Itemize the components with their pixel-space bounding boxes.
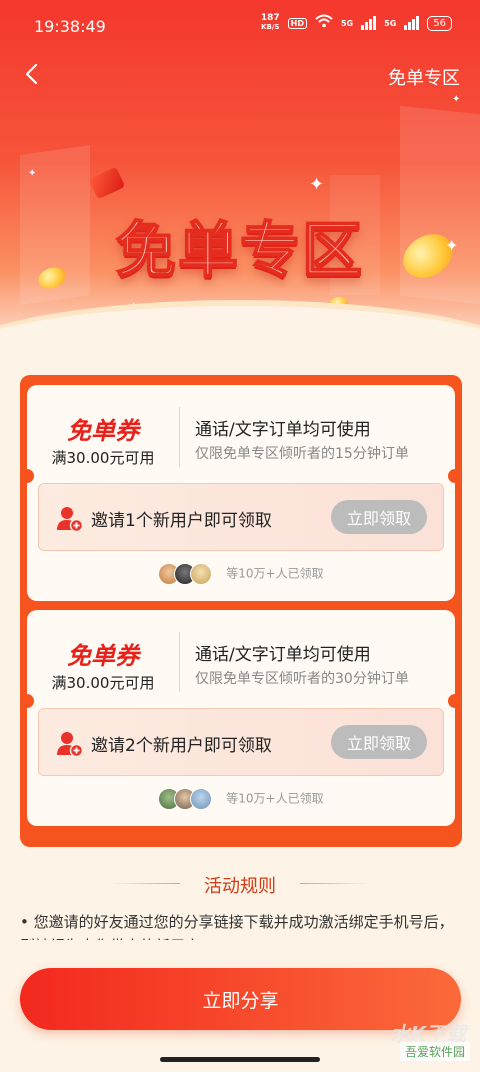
card-notch xyxy=(448,694,458,708)
network-speed: 187 KB/S xyxy=(261,14,280,32)
watermark-site: 吾爱软件园 xyxy=(399,1042,470,1061)
watermark-logo: 水K下载 吾爱软件园 xyxy=(352,1016,470,1068)
coupon-name: 免单券 xyxy=(67,417,139,445)
avatar-group xyxy=(158,788,216,810)
invite-requirement: 邀请2个新用户即可领取 xyxy=(91,736,272,756)
chevron-left-icon[interactable] xyxy=(22,62,42,86)
decor-line xyxy=(300,883,370,884)
claimed-count: 等10万+人已领取 xyxy=(226,791,324,806)
user-add-icon xyxy=(57,506,84,533)
wifi-icon xyxy=(315,14,333,32)
hero-title: 免单专区 xyxy=(115,215,364,287)
coupon-threshold: 满30.00元可用 xyxy=(51,674,155,692)
coupon-usage: 通话/文字订单均可使用 xyxy=(195,645,371,665)
sparkle-icon: ✦ xyxy=(28,168,37,179)
home-indicator[interactable] xyxy=(160,1057,320,1062)
invite-requirement: 邀请1个新用户即可领取 xyxy=(91,511,272,531)
nav-title: 免单专区 xyxy=(388,68,460,89)
user-add-icon xyxy=(57,731,84,758)
claimed-row: 等10万+人已领取 xyxy=(27,788,455,810)
claimed-row: 等10万+人已领取 xyxy=(27,563,455,585)
coupon-restriction: 仅限免单专区倾听者的30分钟订单 xyxy=(195,671,409,687)
avatar xyxy=(190,788,213,810)
signal-icon xyxy=(361,16,377,30)
coupon-name: 免单券 xyxy=(67,642,139,670)
card-notch xyxy=(24,469,34,483)
nav-bar: 免单专区 xyxy=(0,52,480,98)
status-bar: 19:38:49 187 KB/S HD 5G 5G 56 xyxy=(0,0,480,52)
avatar-group xyxy=(158,563,216,585)
divider xyxy=(179,407,180,467)
red-packet-icon xyxy=(88,166,126,200)
card-notch xyxy=(24,694,34,708)
claim-button[interactable]: 立即领取 xyxy=(331,500,427,534)
status-indicators: 187 KB/S HD 5G 5G 56 xyxy=(261,14,452,32)
claim-button[interactable]: 立即领取 xyxy=(331,725,427,759)
avatar xyxy=(190,563,213,585)
invite-box: 邀请1个新用户即可领取 立即领取 xyxy=(38,483,444,551)
sparkle-icon: ✦ xyxy=(309,174,325,195)
hd-badge: HD xyxy=(287,17,307,29)
invite-box: 邀请2个新用户即可领取 立即领取 xyxy=(38,708,444,776)
coupon-restriction: 仅限免单专区倾听者的15分钟订单 xyxy=(195,446,409,462)
network-speed-unit: KB/S xyxy=(261,23,280,31)
coupon-card: 免单券 满30.00元可用 通话/文字订单均可使用 仅限免单专区倾听者的15分钟… xyxy=(24,385,458,601)
rules-title: 活动规则 xyxy=(204,876,276,897)
coupon-threshold: 满30.00元可用 xyxy=(51,449,155,467)
signal-icon xyxy=(404,16,420,30)
rules-header: 活动规则 xyxy=(0,870,480,898)
coupon-container: 免单券 满30.00元可用 通话/文字订单均可使用 仅限免单专区倾听者的15分钟… xyxy=(20,375,462,847)
signal-5g-label: 5G xyxy=(384,18,397,28)
network-speed-value: 187 xyxy=(260,13,280,23)
signal-5g-label: 5G xyxy=(340,18,354,28)
coupon-usage: 通话/文字订单均可使用 xyxy=(195,420,371,440)
status-time: 19:38:49 xyxy=(34,17,106,36)
card-notch xyxy=(448,469,458,483)
claimed-count: 等10万+人已领取 xyxy=(226,566,324,581)
battery-indicator: 56 xyxy=(427,15,452,31)
hero-arc xyxy=(0,300,480,360)
coupon-card: 免单券 满30.00元可用 通话/文字订单均可使用 仅限免单专区倾听者的30分钟… xyxy=(24,610,458,826)
divider xyxy=(179,632,180,692)
